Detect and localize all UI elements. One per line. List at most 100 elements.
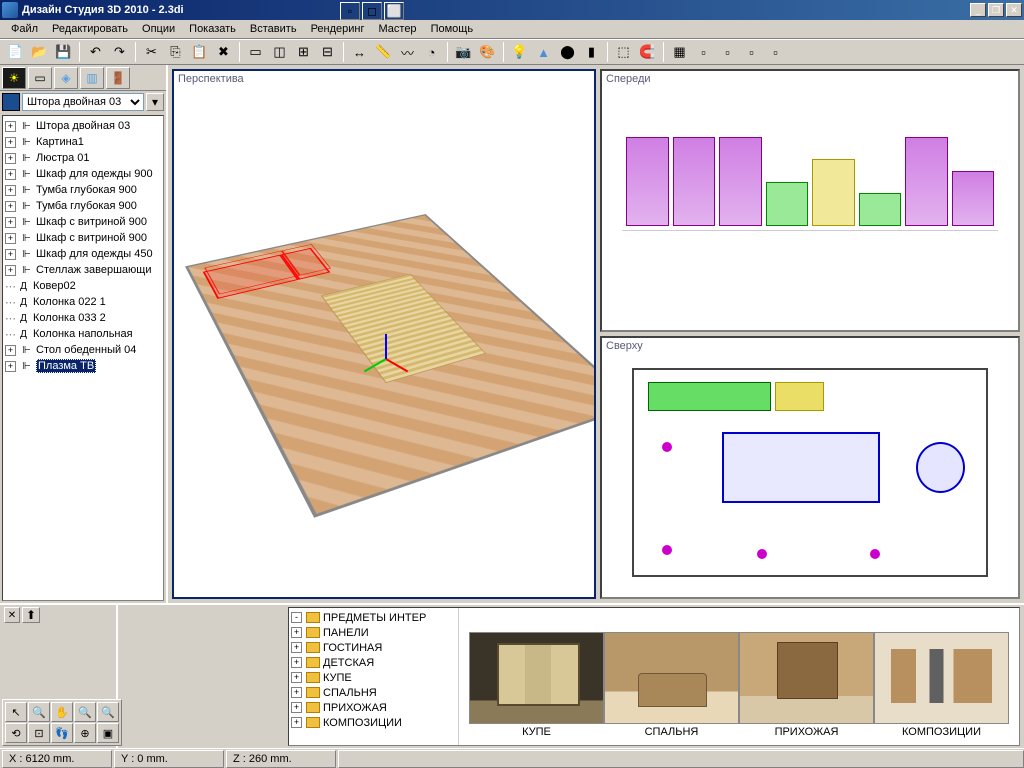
tree-item[interactable]: +⊩Шкаф с витриной 900 (5, 230, 161, 246)
tree-item[interactable]: +⊩Шкаф для одежды 450 (5, 246, 161, 262)
close-button[interactable]: ✕ (1006, 3, 1022, 17)
tree-expand-icon[interactable]: + (5, 233, 16, 244)
scene-tree[interactable]: +⊩Штора двойная 03+⊩Картина1+⊩Люстра 01+… (2, 115, 164, 601)
curve-icon[interactable]: 〰 (396, 41, 419, 63)
dimension-icon[interactable]: ↔ (348, 41, 371, 63)
tree-expand-icon[interactable]: + (291, 657, 302, 668)
library-category[interactable]: +ПАНЕЛИ (291, 625, 456, 640)
menu-file[interactable]: Файл (4, 21, 45, 37)
object-color-swatch[interactable] (2, 93, 20, 111)
walk-tool-icon[interactable]: 👣 (51, 723, 73, 743)
library-category[interactable]: +КУПЕ (291, 670, 456, 685)
view-large-icon[interactable]: ⬜ (384, 2, 404, 20)
restore-button[interactable]: ❐ (988, 3, 1004, 17)
tree-expand-icon[interactable]: + (5, 361, 16, 372)
cone-icon[interactable]: ▲ (532, 41, 555, 63)
tree-item[interactable]: ⋯ДКолонка 033 2 (5, 310, 161, 326)
protractor-icon[interactable]: ◔ (420, 41, 443, 63)
tree-expand-icon[interactable]: + (5, 265, 16, 276)
redo-icon[interactable]: ↷ (108, 41, 131, 63)
tree-expand-icon[interactable]: + (5, 201, 16, 212)
copy-icon[interactable]: ⎘ (164, 41, 187, 63)
snap-3-icon[interactable]: ▫ (740, 41, 763, 63)
up-folder-icon[interactable]: ⬆ (22, 607, 40, 623)
tree-expand-icon[interactable]: + (5, 169, 16, 180)
delete-icon[interactable]: ✖ (212, 41, 235, 63)
zoom-out-icon[interactable]: 🔍 (97, 702, 119, 722)
transform-gizmo[interactable] (365, 339, 405, 379)
library-category[interactable]: +ДЕТСКАЯ (291, 655, 456, 670)
menu-edit[interactable]: Редактировать (45, 21, 135, 37)
library-category[interactable]: -ПРЕДМЕТЫ ИНТЕР (291, 610, 456, 625)
render-icon[interactable]: 🎨 (476, 41, 499, 63)
tree-expand-icon[interactable]: + (5, 345, 16, 356)
door-tool-icon[interactable]: 🚪 (106, 67, 130, 89)
tree-item[interactable]: +⊩Стол обеденный 04 (5, 342, 161, 358)
cut-icon[interactable]: ✂ (140, 41, 163, 63)
tree-item[interactable]: ⋯ДКолонка напольная (5, 326, 161, 342)
menu-show[interactable]: Показать (182, 21, 243, 37)
snap-4-icon[interactable]: ▫ (764, 41, 787, 63)
pan-tool-icon[interactable]: ✋ (51, 702, 73, 722)
object-select[interactable]: Штора двойная 03 (22, 93, 144, 111)
target-tool-icon[interactable]: ⊕ (74, 723, 96, 743)
library-category[interactable]: +КОМПОЗИЦИИ (291, 715, 456, 730)
tree-expand-icon[interactable]: + (291, 702, 302, 713)
object-action-icon[interactable]: ▾ (146, 93, 164, 111)
layout-2-icon[interactable]: ◫ (268, 41, 291, 63)
tree-expand-icon[interactable]: + (291, 627, 302, 638)
cylinder-icon[interactable]: ▮ (580, 41, 603, 63)
zoom-tool-icon[interactable]: 🔍 (28, 702, 50, 722)
layout-4-icon[interactable]: ⊟ (316, 41, 339, 63)
view-medium-icon[interactable]: ◻ (362, 2, 382, 20)
grid-icon[interactable]: ▦ (668, 41, 691, 63)
tree-item[interactable]: +⊩Тумба глубокая 900 (5, 182, 161, 198)
tree-expand-icon[interactable]: + (5, 185, 16, 196)
library-thumbnail[interactable]: КОМПОЗИЦИИ (874, 632, 1009, 738)
tree-item[interactable]: +⊩Плазма ТВ (5, 358, 161, 374)
tree-item[interactable]: +⊩Люстра 01 (5, 150, 161, 166)
tree-expand-icon[interactable]: - (291, 612, 302, 623)
tree-expand-icon[interactable]: + (5, 217, 16, 228)
tree-item[interactable]: +⊩Шкаф с витриной 900 (5, 214, 161, 230)
library-category[interactable]: +СПАЛЬНЯ (291, 685, 456, 700)
tree-item[interactable]: ⋯ДКолонка 022 1 (5, 294, 161, 310)
library-thumbnail[interactable]: ПРИХОЖАЯ (739, 632, 874, 738)
persp-tool-icon[interactable]: ◈ (54, 67, 78, 89)
viewport-perspective[interactable]: Перспектива (172, 69, 596, 599)
tree-expand-icon[interactable]: + (5, 137, 16, 148)
menu-rendering[interactable]: Рендеринг (304, 21, 372, 37)
tree-expand-icon[interactable]: + (5, 153, 16, 164)
tree-expand-icon[interactable]: + (291, 717, 302, 728)
fit-tool-icon[interactable]: ⊡ (28, 723, 50, 743)
snap-2-icon[interactable]: ▫ (716, 41, 739, 63)
tree-expand-icon[interactable]: + (5, 121, 16, 132)
light-tool-icon[interactable]: ☀ (2, 67, 26, 89)
frame-tool-icon[interactable]: ▣ (97, 723, 119, 743)
snap-1-icon[interactable]: ▫ (692, 41, 715, 63)
menu-master[interactable]: Мастер (372, 21, 424, 37)
tree-item[interactable]: +⊩Картина1 (5, 134, 161, 150)
light-icon[interactable]: 💡 (508, 41, 531, 63)
layout-3-icon[interactable]: ⊞ (292, 41, 315, 63)
zoom-in-icon[interactable]: 🔍 (74, 702, 96, 722)
tree-item[interactable]: ⋯ДКовер02 (5, 278, 161, 294)
layout-1-icon[interactable]: ▭ (244, 41, 267, 63)
save-icon[interactable]: 💾 (52, 41, 75, 63)
view-small-icon[interactable]: ▫ (340, 2, 360, 20)
orbit-tool-icon[interactable]: ⟲ (5, 723, 27, 743)
library-thumbnail[interactable]: СПАЛЬНЯ (604, 632, 739, 738)
viewport-front[interactable]: Спереди (600, 69, 1020, 332)
library-tree[interactable]: -ПРЕДМЕТЫ ИНТЕР+ПАНЕЛИ+ГОСТИНАЯ+ДЕТСКАЯ+… (289, 608, 459, 745)
tree-expand-icon[interactable]: + (5, 249, 16, 260)
view-tool-icon[interactable]: ▭ (28, 67, 52, 89)
menu-options[interactable]: Опции (135, 21, 182, 37)
menu-help[interactable]: Помощь (424, 21, 481, 37)
arrow-tool-icon[interactable]: ↖ (5, 702, 27, 722)
tree-item[interactable]: +⊩Штора двойная 03 (5, 118, 161, 134)
new-icon[interactable]: 📄 (4, 41, 27, 63)
menu-insert[interactable]: Вставить (243, 21, 304, 37)
library-thumbnail[interactable]: КУПЕ (469, 632, 604, 738)
select-icon[interactable]: ⬚ (612, 41, 635, 63)
camera-icon[interactable]: 📷 (452, 41, 475, 63)
